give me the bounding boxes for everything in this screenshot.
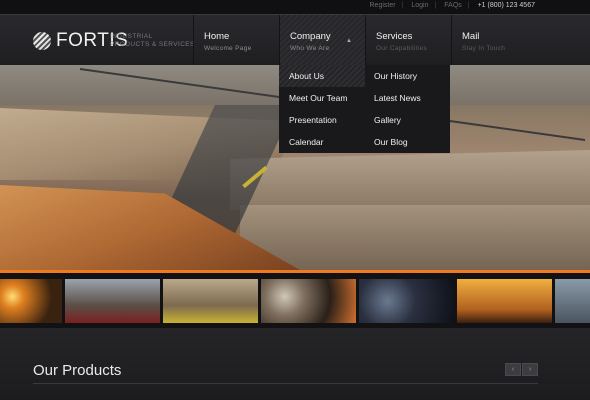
menu-item-latest-news[interactable]: Latest News (364, 87, 450, 109)
menu-item-calendar[interactable]: Calendar (279, 131, 365, 153)
thumbnail-machinery[interactable] (65, 279, 160, 323)
nav-subtitle: Our Capabilities (376, 45, 428, 52)
dropdown-services-column: Our History Latest News Gallery Our Blog (364, 65, 450, 153)
thumbnail-construction[interactable] (163, 279, 258, 323)
nav-title: Mail (462, 31, 480, 42)
tagline-line-2: PRODUCTS & SERVICES (110, 41, 195, 48)
nav-title: Services (376, 31, 413, 42)
phone-number: +1 (800) 123 4567 (477, 2, 535, 9)
next-arrow-icon[interactable]: › (522, 363, 538, 376)
products-section: Our Products ‹ › (0, 328, 590, 400)
thumbnail-worker[interactable] (359, 279, 454, 323)
faqs-link[interactable]: FAQs (444, 2, 462, 9)
nav-item-services[interactable]: Services Our Capabilities (365, 15, 452, 66)
prev-arrow-icon[interactable]: ‹ (505, 363, 521, 376)
thumbnail-grinder[interactable] (261, 279, 356, 323)
top-utility-bar: Register | Login | FAQs | +1 (800) 123 4567 (0, 0, 590, 14)
dropdown-company-column: About Us Meet Our Team Presentation Cale… (279, 65, 365, 153)
login-link[interactable]: Login (411, 2, 428, 9)
menu-item-our-blog[interactable]: Our Blog (364, 131, 450, 153)
nav-item-mail[interactable]: Mail Stay In Touch (451, 15, 538, 66)
utility-links: Register | Login | FAQs | +1 (800) 123 4567 (369, 2, 536, 9)
menu-item-gallery[interactable]: Gallery (364, 109, 450, 131)
site-header: FORTIS INDUSTRIAL PRODUCTS & SERVICES Ho… (0, 14, 590, 66)
section-title: Our Products (33, 362, 122, 379)
nav-subtitle: Stay In Touch (462, 45, 506, 52)
logo-tagline: INDUSTRIAL PRODUCTS & SERVICES (110, 33, 195, 49)
nav-subtitle: Who We Are (290, 45, 330, 52)
thumbnail-industrial[interactable] (555, 279, 590, 323)
chevron-down-icon: ▲ (346, 38, 352, 44)
nav-subtitle: Welcome Page (204, 45, 252, 52)
menu-item-presentation[interactable]: Presentation (279, 109, 365, 131)
menu-item-about-us[interactable]: About Us (279, 65, 365, 87)
menu-item-meet-our-team[interactable]: Meet Our Team (279, 87, 365, 109)
tagline-line-1: INDUSTRIAL (110, 33, 153, 40)
nav-item-home[interactable]: Home Welcome Page (193, 15, 280, 66)
menu-item-our-history[interactable]: Our History (364, 65, 450, 87)
thumbnail-welding[interactable] (0, 279, 62, 323)
logo-icon[interactable] (33, 32, 51, 50)
thumbnail-strip (0, 273, 590, 328)
thumbnail-engineers[interactable] (457, 279, 552, 323)
nav-title: Home (204, 31, 230, 42)
nav-title: Company (290, 31, 331, 42)
section-divider (33, 383, 538, 384)
register-link[interactable]: Register (370, 2, 396, 9)
nav-item-company[interactable]: Company Who We Are ▲ (279, 15, 366, 66)
nav-dropdown-menu: About Us Meet Our Team Presentation Cale… (279, 65, 450, 153)
